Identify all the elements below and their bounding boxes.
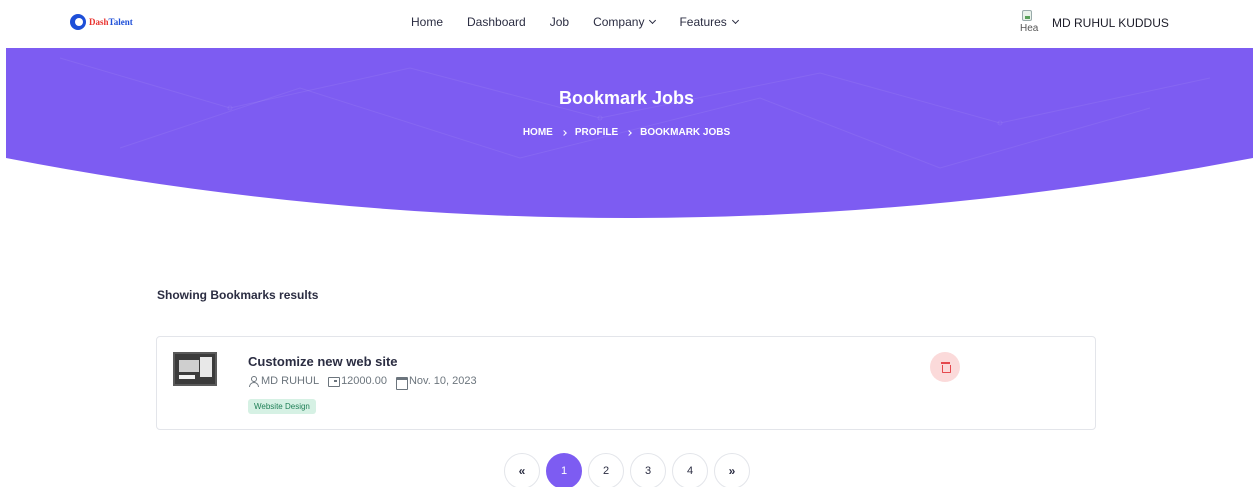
- avatar-alt-text: Hea: [1020, 23, 1039, 34]
- page-2-button[interactable]: 2: [588, 453, 624, 487]
- job-salary: 12000.00: [328, 375, 387, 387]
- breadcrumb-current: BOOKMARK JOBS: [640, 127, 731, 138]
- page-next-button[interactable]: »: [714, 453, 750, 487]
- page-3-button[interactable]: 3: [630, 453, 666, 487]
- main-nav: Home Dashboard Job Company Features: [411, 15, 739, 29]
- hero-background: [6, 48, 1253, 218]
- job-date: Nov. 10, 2023: [395, 375, 477, 390]
- nav-item-company[interactable]: Company: [593, 15, 657, 29]
- user-menu[interactable]: Hea MD RUHUL KUDDUS: [1020, 10, 1169, 36]
- job-title[interactable]: Customize new web site: [248, 354, 398, 369]
- bookmark-card[interactable]: Customize new web site MD RUHUL 12000.00…: [156, 336, 1096, 430]
- page-prev-button[interactable]: «: [504, 453, 540, 487]
- wallet-icon: [328, 376, 341, 387]
- page-title: Bookmark Jobs: [558, 88, 695, 108]
- chevron-down-icon: [649, 16, 657, 25]
- nav-item-dashboard[interactable]: Dashboard: [467, 15, 526, 29]
- breadcrumb: HOME PROFILE BOOKMARK JOBS: [0, 127, 1253, 138]
- logo-text: DashTalent: [89, 17, 133, 27]
- chevron-right-icon: [560, 129, 567, 136]
- nav-item-features[interactable]: Features: [679, 15, 739, 29]
- broken-image-icon: [1022, 10, 1032, 21]
- results-heading: Showing Bookmarks results: [157, 288, 319, 302]
- navbar: DashTalent Home Dashboard Job Company Fe…: [0, 0, 1253, 48]
- job-thumbnail: [173, 352, 217, 386]
- chevron-right-icon: [626, 129, 632, 136]
- job-meta: MD RUHUL 12000.00 Nov. 10, 2023: [248, 375, 477, 390]
- hero-banner: Bookmark Jobs HOME PROFILE BOOKMARK JOBS: [0, 48, 1253, 228]
- job-tag: Website Design: [248, 399, 316, 414]
- pagination: « 1 2 3 4 »: [504, 453, 750, 487]
- avatar[interactable]: Hea: [1020, 10, 1042, 36]
- breadcrumb-home[interactable]: HOME: [523, 127, 553, 138]
- chevron-down-icon: [731, 16, 739, 25]
- user-name[interactable]: MD RUHUL KUDDUS: [1052, 16, 1169, 30]
- page-1-button[interactable]: 1: [546, 453, 582, 487]
- delete-bookmark-button[interactable]: [930, 352, 960, 382]
- logo-icon: [70, 14, 86, 30]
- nav-item-job[interactable]: Job: [550, 15, 569, 29]
- job-author: MD RUHUL: [248, 375, 319, 387]
- nav-item-home[interactable]: Home: [411, 15, 443, 29]
- calendar-icon: [395, 376, 408, 390]
- breadcrumb-profile[interactable]: PROFILE: [575, 127, 618, 138]
- trash-icon: [940, 362, 951, 373]
- logo[interactable]: DashTalent: [70, 14, 133, 30]
- page-4-button[interactable]: 4: [672, 453, 708, 487]
- user-icon: [248, 376, 259, 387]
